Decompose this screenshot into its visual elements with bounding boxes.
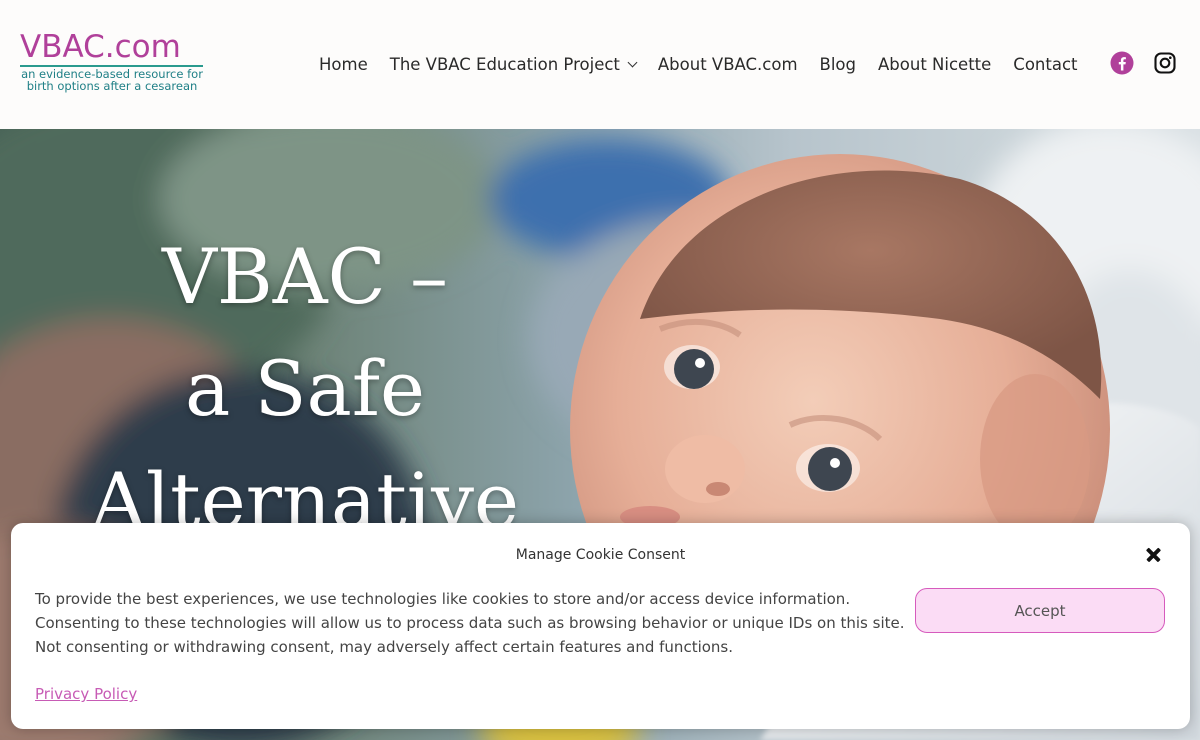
hero-title-line1: VBAC – bbox=[162, 232, 448, 321]
accept-cookies-button[interactable]: Accept bbox=[915, 588, 1165, 633]
nav-item-blog[interactable]: Blog bbox=[820, 55, 856, 74]
logo-tagline: an evidence-based resource for birth opt… bbox=[20, 68, 204, 92]
nav-item-label: About VBAC.com bbox=[657, 54, 798, 74]
privacy-policy-link[interactable]: Privacy Policy bbox=[35, 685, 137, 703]
cookie-banner-title: Manage Cookie Consent bbox=[515, 547, 686, 563]
nav-item-label: The VBAC Education Project bbox=[389, 54, 620, 74]
cookie-consent-banner: Manage Cookie Consent To provide the bes… bbox=[11, 523, 1190, 729]
chevron-down-icon[interactable] bbox=[627, 57, 638, 67]
nav-item-home[interactable]: Home bbox=[319, 55, 368, 74]
nav-item-contact[interactable]: Contact bbox=[1013, 55, 1077, 74]
main-nav: Home The VBAC Education Project About VB… bbox=[319, 52, 1100, 76]
logo-tagline-line2: birth options after a cesarean bbox=[26, 79, 198, 93]
instagram-icon[interactable] bbox=[1153, 51, 1177, 75]
hero-title: VBAC – a Safe Alternative bbox=[40, 221, 570, 557]
hero-title-line2: a Safe bbox=[185, 344, 425, 433]
logo-title: VBAC.com bbox=[20, 29, 181, 65]
nav-item-label: About Nicette bbox=[878, 54, 992, 74]
nav-item-about-vbac[interactable]: About VBAC.com bbox=[658, 55, 798, 74]
nav-item-about-nicette[interactable]: About Nicette bbox=[878, 55, 991, 74]
nav-item-vbac-education-project[interactable]: The VBAC Education Project bbox=[389, 54, 638, 74]
site-logo[interactable]: VBAC.com an evidence-based resource for … bbox=[20, 30, 210, 92]
nav-item-label: Contact bbox=[1013, 54, 1078, 74]
nav-item-label: Blog bbox=[819, 54, 857, 74]
nav-item-label: Home bbox=[319, 54, 368, 74]
cookie-banner-message: To provide the best experiences, we use … bbox=[35, 590, 905, 656]
close-icon[interactable] bbox=[1142, 543, 1166, 567]
site-header: VBAC.com an evidence-based resource for … bbox=[0, 0, 1200, 129]
facebook-icon[interactable] bbox=[1110, 51, 1134, 75]
